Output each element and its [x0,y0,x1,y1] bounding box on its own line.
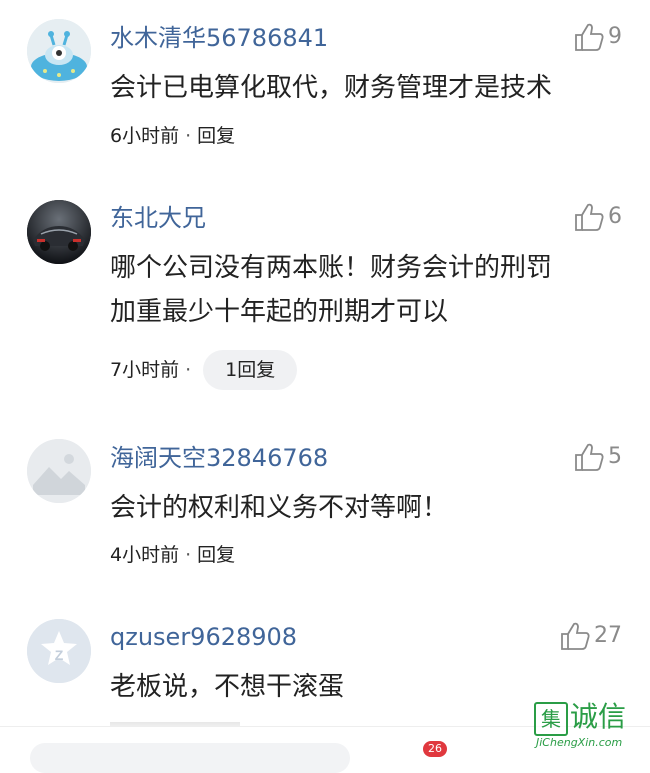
thumbs-up-icon [561,622,590,650]
avatar[interactable]: Z [27,619,91,683]
thumbs-up-icon [575,23,604,51]
comment-text: 会计已电算化取代，财务管理才是技术 [110,66,620,110]
like-count: 5 [608,444,622,469]
watermark-chars: 诚信 [570,700,627,733]
username[interactable]: 海阔天空32846768 [110,443,328,473]
comment-text-line: 会计的权利和义务不对等啊！ [110,493,449,523]
alien-icon [27,19,91,83]
like-button[interactable]: 6 [573,202,622,232]
svg-text:Z: Z [55,647,64,663]
default-avatar-icon: Z [27,619,91,683]
reply-button[interactable]: 回复 [197,122,235,150]
avatar[interactable] [27,200,91,264]
comment-text-line: 会计已电算化取代，财务管理才是技术 [110,73,553,103]
separator-dot: · [185,544,192,566]
username[interactable]: qzuser9628908 [110,622,297,652]
comment-text-line: 加重最少十年起的刑期才可以 [110,297,449,327]
comment-count-badge: 26 [423,741,447,757]
reply-button[interactable]: 回复 [197,541,235,569]
reply-count-button[interactable]: 1回复 [203,350,298,390]
like-count: 9 [608,24,622,49]
watermark-logo-box: 集 [534,702,568,736]
comment-meta: 7小时前 · 1回复 [110,350,298,390]
comment-input[interactable] [30,743,350,773]
username[interactable]: 水木清华56786841 [110,23,328,53]
avatar[interactable] [27,439,91,503]
thumbs-up-icon [575,203,604,231]
like-button[interactable]: 9 [573,22,622,52]
image-placeholder-icon [27,439,91,503]
like-button[interactable]: 27 [559,621,622,651]
like-count: 6 [608,204,622,229]
comment-time: 4小时前 [110,544,180,566]
comment-time: 6小时前 [110,125,180,147]
comment-text-line: 哪个公司没有两本账！财务会计的刑罚 [110,253,553,283]
separator-dot: · [185,359,192,381]
comment-meta: 6小时前 · 回复 [110,122,235,150]
avatar[interactable] [27,19,91,83]
like-count: 27 [594,623,622,648]
comment-text: 哪个公司没有两本账！财务会计的刑罚 加重最少十年起的刑期才可以 [110,246,620,334]
separator-dot: · [185,125,192,147]
site-watermark: 集 诚信 JiChengXin.com [530,700,650,751]
thumbs-up-icon [575,443,604,471]
car-icon [27,200,91,264]
comment-time: 7小时前 [110,359,180,381]
watermark-url: JiChengXin.com [536,736,623,749]
comment-text: 会计的权利和义务不对等啊！ [110,486,620,530]
comment-meta: 4小时前 · 回复 [110,541,235,569]
like-button[interactable]: 5 [573,442,622,472]
username[interactable]: 东北大兄 [110,203,206,233]
